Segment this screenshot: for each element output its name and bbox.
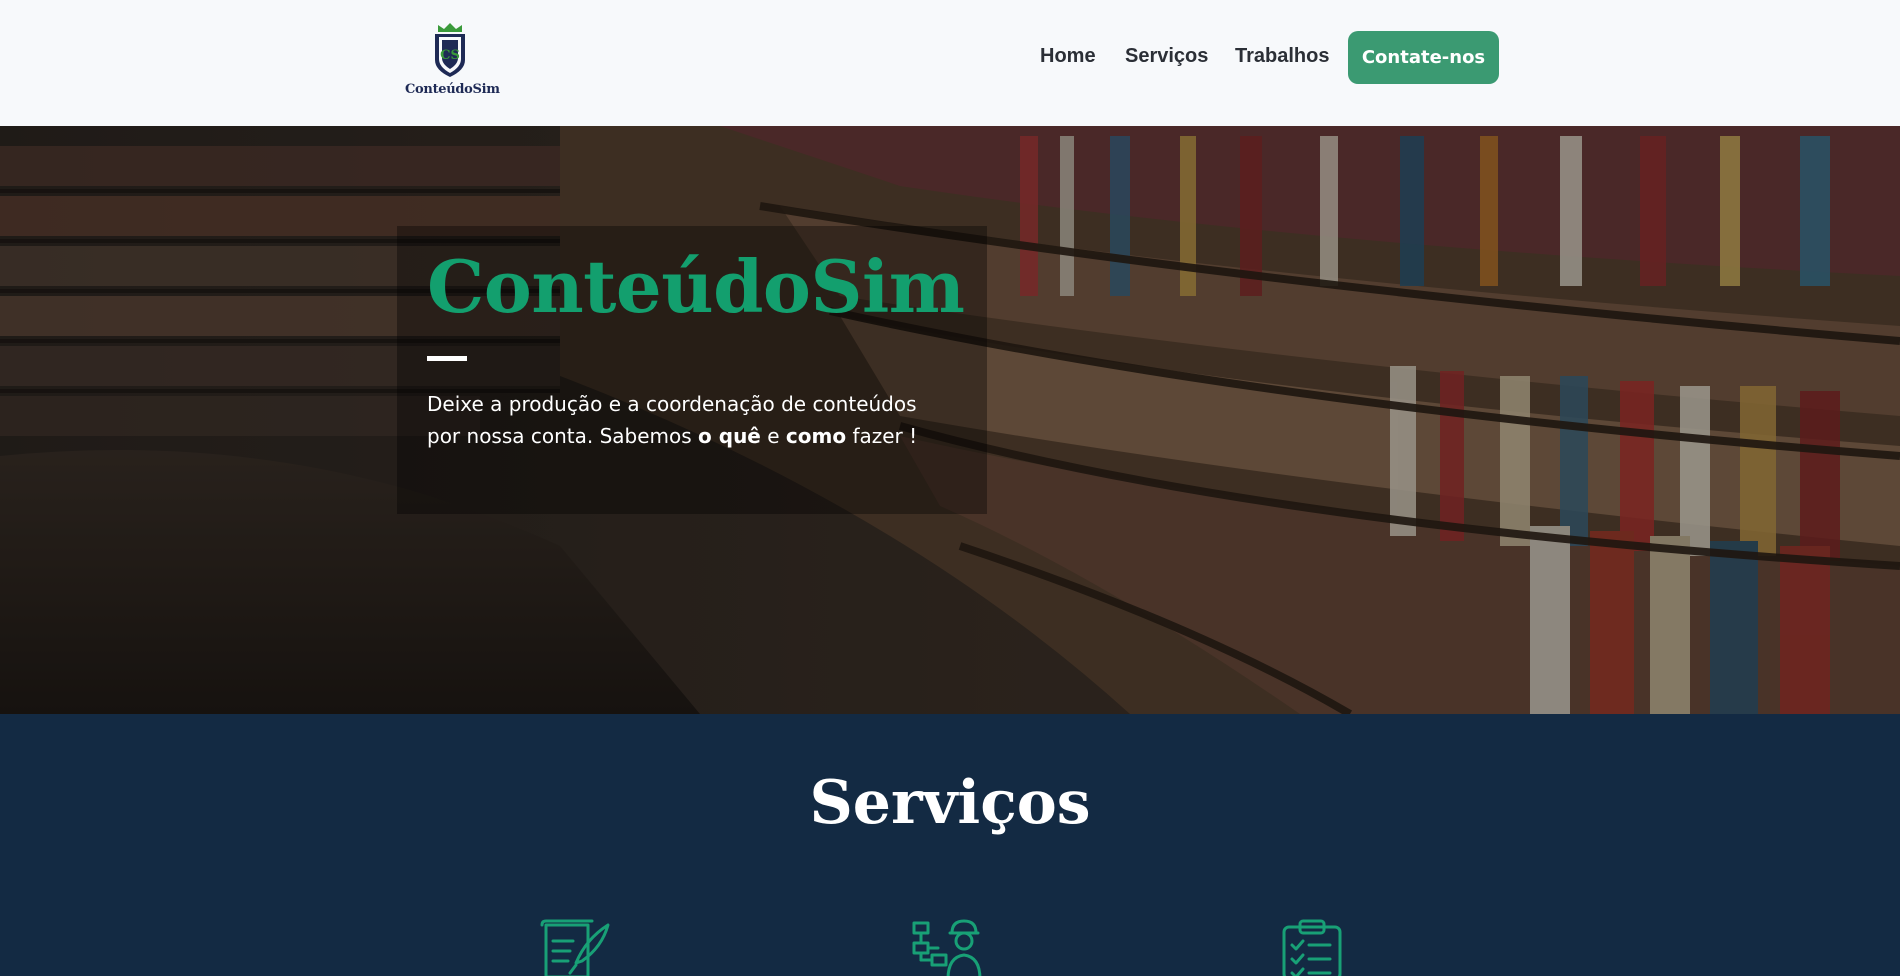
site-header: CS ConteúdoSim Home Serviços Trabalhos C…: [0, 0, 1900, 126]
hero-title: ConteúdoSim: [427, 244, 965, 329]
hero-section: ConteúdoSim Deixe a produção e a coorden…: [0, 126, 1900, 714]
main-nav: Home Serviços Trabalhos Contate-nos: [0, 0, 1900, 126]
hero-divider: [427, 356, 467, 361]
hero-description: Deixe a produção e a coordenação de cont…: [427, 388, 947, 452]
worker-flowchart-icon[interactable]: [910, 919, 986, 976]
services-title: Serviços: [809, 768, 1091, 838]
clipboard-checklist-icon[interactable]: [1278, 919, 1354, 976]
hero-text-part3: fazer !: [846, 424, 918, 448]
hero-text-bold2: como: [785, 424, 847, 448]
nav-trabalhos[interactable]: Trabalhos: [1235, 45, 1329, 68]
document-quill-icon[interactable]: [538, 919, 614, 976]
services-section: Serviços: [0, 714, 1900, 976]
nav-home[interactable]: Home: [1040, 45, 1096, 68]
nav-servicos[interactable]: Serviços: [1125, 45, 1208, 68]
contact-button[interactable]: Contate-nos: [1348, 31, 1499, 84]
hero-text-bold1: o quê: [698, 424, 761, 448]
hero-text-part2: e: [760, 424, 786, 448]
